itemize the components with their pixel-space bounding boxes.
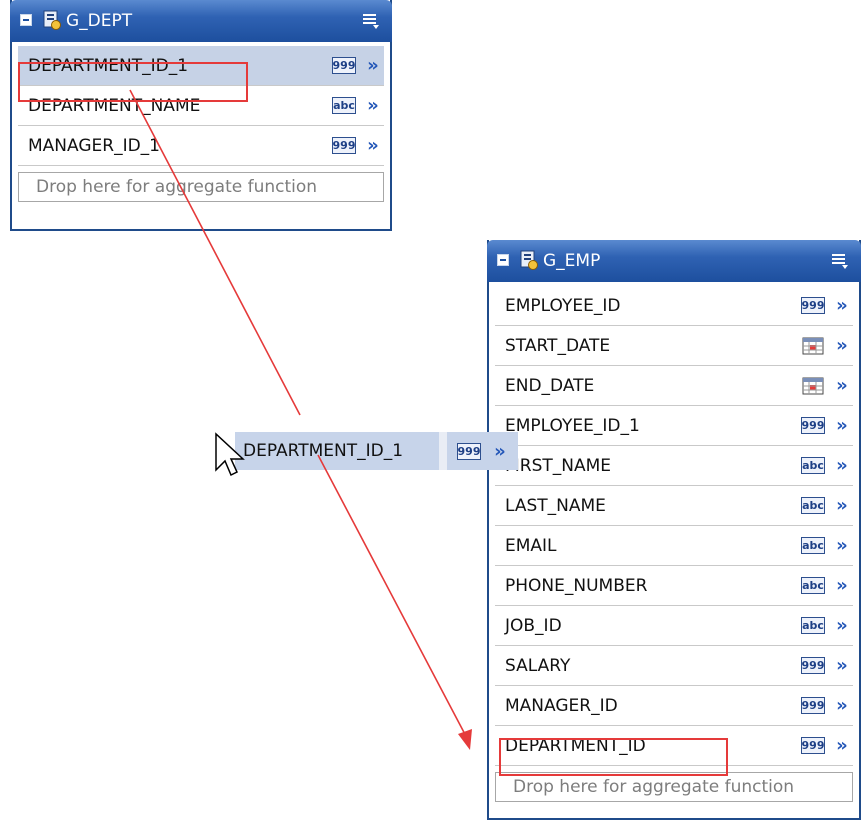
number-type-icon: 999 [457,442,481,460]
row-label: MANAGER_ID_1 [28,135,160,156]
double-chevron-right-icon[interactable]: » [833,615,851,636]
row-label: EMPLOYEE_ID [505,295,621,316]
row-label: END_DATE [505,375,595,396]
row-label: EMAIL [505,535,557,556]
text-type-icon: abc [332,97,356,114]
g-dept-group: G_DEPT DEPARTMENT_ID_1 999 » DEPARTMENT_… [10,0,392,231]
text-type-icon: abc [801,497,825,514]
double-chevron-right-icon[interactable]: » [833,695,851,716]
list-item[interactable]: DEPARTMENT_ID_1 999 » [18,46,384,86]
number-type-icon: 999 [801,697,825,714]
data-group-icon [43,10,61,30]
row-label: FIRST_NAME [505,455,612,476]
row-label: JOB_ID [505,615,562,636]
row-label: SALARY [505,655,571,676]
text-type-icon: abc [801,457,825,474]
row-label: PHONE_NUMBER [505,575,648,596]
double-chevron-right-icon: » [494,440,506,462]
drag-separator [439,432,447,470]
double-chevron-right-icon[interactable]: » [833,535,851,556]
row-label: DEPARTMENT_ID [505,735,646,756]
list-item[interactable]: EMPLOYEE_ID 999 » [495,286,853,326]
calendar-icon [802,337,824,354]
text-type-icon: abc [801,537,825,554]
double-chevron-right-icon[interactable]: » [833,455,851,476]
number-type-icon: 999 [801,417,825,434]
group-title: G_EMP [543,251,601,271]
double-chevron-right-icon[interactable]: » [833,735,851,756]
text-type-icon: abc [801,617,825,634]
list-item[interactable]: DEPARTMENT_NAME abc » [18,86,384,126]
number-type-icon: 999 [332,57,356,74]
number-type-icon: 999 [801,657,825,674]
list-item[interactable]: JOB_ID abc » [495,606,853,646]
number-type-icon: 999 [801,737,825,754]
aggregate-drop-zone[interactable]: Drop here for aggregate function [18,172,384,202]
list-item[interactable]: PHONE_NUMBER abc » [495,566,853,606]
collapse-icon[interactable] [20,14,32,26]
list-item[interactable]: LAST_NAME abc » [495,486,853,526]
list-item[interactable]: EMPLOYEE_ID_1 999 » [495,406,853,446]
row-label: START_DATE [505,335,611,356]
g-dept-rows: DEPARTMENT_ID_1 999 » DEPARTMENT_NAME ab… [12,42,390,208]
text-type-icon: abc [801,577,825,594]
list-item[interactable]: EMAIL abc » [495,526,853,566]
row-label: DEPARTMENT_ID_1 [28,55,189,76]
double-chevron-right-icon[interactable]: » [364,95,382,116]
list-item[interactable]: FIRST_NAME abc » [495,446,853,486]
g-emp-group: G_EMP EMPLOYEE_ID 999 » START_DATE » END… [487,240,861,820]
drag-ghost: DEPARTMENT_ID_1 999 » [235,432,518,470]
group-title: G_DEPT [66,11,133,31]
menu-icon[interactable] [362,12,380,30]
double-chevron-right-icon[interactable]: » [833,335,851,356]
double-chevron-right-icon[interactable]: » [833,295,851,316]
double-chevron-right-icon[interactable]: » [833,375,851,396]
list-item[interactable]: MANAGER_ID 999 » [495,686,853,726]
row-label: MANAGER_ID [505,695,618,716]
double-chevron-right-icon[interactable]: » [833,495,851,516]
menu-icon[interactable] [831,252,849,270]
double-chevron-right-icon[interactable]: » [833,415,851,436]
double-chevron-right-icon[interactable]: » [364,55,382,76]
g-dept-header[interactable]: G_DEPT [10,0,392,42]
row-label: DEPARTMENT_NAME [28,95,201,116]
list-item[interactable]: DEPARTMENT_ID 999 » [495,726,853,766]
double-chevron-right-icon[interactable]: » [833,655,851,676]
row-label: LAST_NAME [505,495,606,516]
calendar-icon [802,377,824,394]
g-emp-rows: EMPLOYEE_ID 999 » START_DATE » END_DATE [489,282,859,808]
row-label: EMPLOYEE_ID_1 [505,415,640,436]
number-type-icon: 999 [801,297,825,314]
number-type-icon: 999 [332,137,356,154]
g-emp-header[interactable]: G_EMP [487,240,861,282]
double-chevron-right-icon[interactable]: » [364,135,382,156]
list-item[interactable]: END_DATE » [495,366,853,406]
aggregate-drop-zone[interactable]: Drop here for aggregate function [495,772,853,802]
double-chevron-right-icon[interactable]: » [833,575,851,596]
list-item[interactable]: MANAGER_ID_1 999 » [18,126,384,166]
list-item[interactable]: SALARY 999 » [495,646,853,686]
collapse-icon[interactable] [497,254,509,266]
drag-label: DEPARTMENT_ID_1 [243,441,404,461]
list-item[interactable]: START_DATE » [495,326,853,366]
data-group-icon [520,250,538,270]
